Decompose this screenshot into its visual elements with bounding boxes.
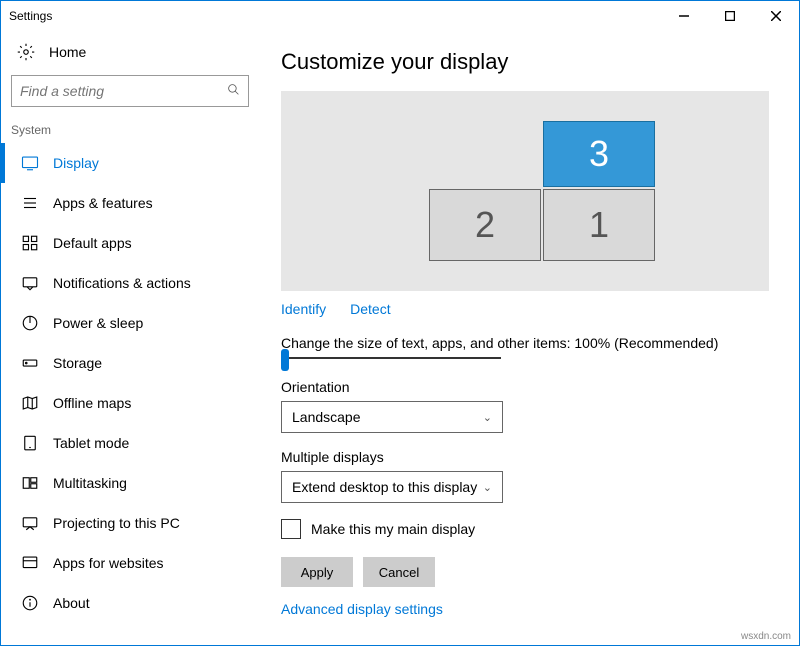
orientation-dropdown[interactable]: Landscape ⌄ xyxy=(281,401,503,433)
category-label: System xyxy=(1,117,259,143)
search-icon xyxy=(227,83,240,99)
sidebar: Home System Display Apps & features Defa… xyxy=(1,31,259,645)
monitor-number: 3 xyxy=(589,133,609,175)
maps-icon xyxy=(21,394,39,412)
main-display-label: Make this my main display xyxy=(311,521,475,537)
scale-label: Change the size of text, apps, and other… xyxy=(281,335,769,351)
storage-icon xyxy=(21,354,39,372)
multiple-displays-label: Multiple displays xyxy=(281,449,769,465)
sidebar-item-notifications[interactable]: Notifications & actions xyxy=(1,263,259,303)
page-title: Customize your display xyxy=(281,49,769,75)
apps-icon xyxy=(21,194,39,212)
multiple-displays-dropdown[interactable]: Extend desktop to this display ⌄ xyxy=(281,471,503,503)
projecting-icon xyxy=(21,514,39,532)
sidebar-item-about[interactable]: About xyxy=(1,583,259,623)
monitor-3[interactable]: 3 xyxy=(543,121,655,187)
sidebar-item-label: Offline maps xyxy=(53,395,131,411)
close-button[interactable] xyxy=(753,1,799,31)
display-icon xyxy=(21,154,39,172)
sidebar-item-label: About xyxy=(53,595,90,611)
cancel-button[interactable]: Cancel xyxy=(363,557,435,587)
sidebar-item-label: Apps & features xyxy=(53,195,153,211)
scale-slider[interactable] xyxy=(281,357,501,359)
sidebar-item-label: Default apps xyxy=(53,235,132,251)
default-apps-icon xyxy=(21,234,39,252)
about-icon xyxy=(21,594,39,612)
main-display-checkbox[interactable] xyxy=(281,519,301,539)
monitor-number: 1 xyxy=(589,204,609,246)
sidebar-item-label: Tablet mode xyxy=(53,435,129,451)
sidebar-item-projecting[interactable]: Projecting to this PC xyxy=(1,503,259,543)
home-button[interactable]: Home xyxy=(1,31,259,69)
minimize-button[interactable] xyxy=(661,1,707,31)
sidebar-item-apps-features[interactable]: Apps & features xyxy=(1,183,259,223)
titlebar: Settings xyxy=(1,1,799,31)
monitor-number: 2 xyxy=(475,204,495,246)
chevron-down-icon: ⌄ xyxy=(483,481,492,494)
sidebar-item-label: Power & sleep xyxy=(53,315,143,331)
sidebar-item-offline-maps[interactable]: Offline maps xyxy=(1,383,259,423)
monitor-2[interactable]: 2 xyxy=(429,189,541,261)
main-panel: Customize your display 2 1 3 Identify De… xyxy=(259,31,799,645)
tablet-icon xyxy=(21,434,39,452)
attribution: wsxdn.com xyxy=(741,631,791,642)
window-title: Settings xyxy=(9,9,52,23)
sidebar-item-label: Notifications & actions xyxy=(53,275,191,291)
detect-link[interactable]: Detect xyxy=(350,301,390,317)
search-field[interactable] xyxy=(20,83,227,99)
multitasking-icon xyxy=(21,474,39,492)
sidebar-item-label: Storage xyxy=(53,355,102,371)
notifications-icon xyxy=(21,274,39,292)
gear-icon xyxy=(17,43,35,61)
sidebar-item-apps-websites[interactable]: Apps for websites xyxy=(1,543,259,583)
sidebar-item-label: Display xyxy=(53,155,99,171)
sidebar-item-label: Apps for websites xyxy=(53,555,164,571)
power-icon xyxy=(21,314,39,332)
maximize-button[interactable] xyxy=(707,1,753,31)
sidebar-item-power-sleep[interactable]: Power & sleep xyxy=(1,303,259,343)
slider-thumb[interactable] xyxy=(281,349,289,371)
nav: Display Apps & features Default apps Not… xyxy=(1,143,259,623)
sidebar-item-display[interactable]: Display xyxy=(1,143,259,183)
search-input[interactable] xyxy=(11,75,249,107)
identify-link[interactable]: Identify xyxy=(281,301,326,317)
orientation-value: Landscape xyxy=(292,409,361,425)
multiple-displays-value: Extend desktop to this display xyxy=(292,479,477,495)
display-arrangement[interactable]: 2 1 3 xyxy=(281,91,769,291)
sidebar-item-multitasking[interactable]: Multitasking xyxy=(1,463,259,503)
sidebar-item-default-apps[interactable]: Default apps xyxy=(1,223,259,263)
chevron-down-icon: ⌄ xyxy=(483,411,492,424)
sidebar-item-storage[interactable]: Storage xyxy=(1,343,259,383)
apply-button[interactable]: Apply xyxy=(281,557,353,587)
orientation-label: Orientation xyxy=(281,379,769,395)
sidebar-item-label: Projecting to this PC xyxy=(53,515,180,531)
sidebar-item-label: Multitasking xyxy=(53,475,127,491)
home-label: Home xyxy=(49,44,86,60)
advanced-display-link[interactable]: Advanced display settings xyxy=(281,601,443,617)
monitor-1[interactable]: 1 xyxy=(543,189,655,261)
apps-websites-icon xyxy=(21,554,39,572)
sidebar-item-tablet-mode[interactable]: Tablet mode xyxy=(1,423,259,463)
